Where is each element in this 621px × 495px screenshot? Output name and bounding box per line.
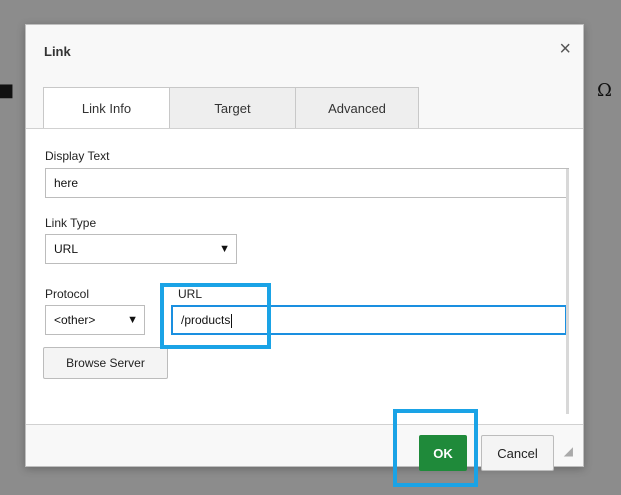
resize-handle-icon[interactable]: ◢ [564,444,573,458]
url-highlight-box [160,283,271,349]
link-type-select[interactable]: URL ▼ [45,234,237,264]
ok-highlight-box [393,409,478,487]
editor-toolbar-icon: ■ [0,80,15,101]
dialog-titlebar[interactable]: Link × [26,25,583,71]
protocol-value: <other> [54,313,96,327]
tab-link-info[interactable]: Link Info [43,87,170,129]
protocol-select[interactable]: <other> ▼ [45,305,145,335]
protocol-label: Protocol [45,287,90,301]
special-character-icon[interactable]: Ω [597,80,612,101]
tab-target[interactable]: Target [169,87,296,128]
link-type-value: URL [54,242,79,256]
dialog-tabs: Link Info Target Advanced [43,87,419,129]
tab-advanced[interactable]: Advanced [295,87,419,128]
chevron-down-icon: ▼ [219,243,230,255]
link-type-label: Link Type [45,216,97,230]
display-text-label: Display Text [45,149,110,163]
cancel-button[interactable]: Cancel [481,435,554,471]
panel-scrollbar[interactable] [566,169,569,414]
browse-server-button[interactable]: Browse Server [43,347,168,379]
display-text-input[interactable]: here [45,168,569,198]
dialog-title: Link [44,44,71,59]
close-icon[interactable]: × [559,39,571,59]
link-dialog: Link × Link Info Target Advanced Display… [25,24,584,471]
chevron-down-icon: ▼ [127,314,138,326]
